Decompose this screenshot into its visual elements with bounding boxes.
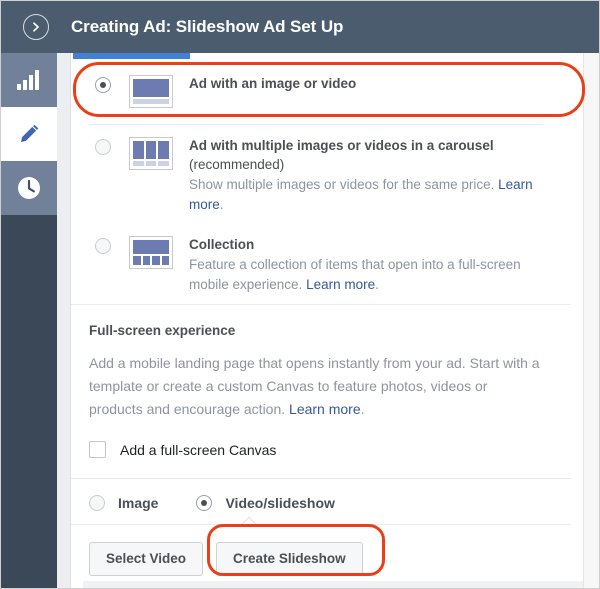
header-nav-button[interactable] bbox=[1, 1, 71, 53]
radio-single-image[interactable] bbox=[95, 77, 111, 93]
fullscreen-heading: Full-screen experience bbox=[89, 323, 236, 338]
fullscreen-body-suffix: . bbox=[360, 401, 365, 417]
add-canvas-label: Add a full-screen Canvas bbox=[120, 441, 277, 458]
create-slideshow-button[interactable]: Create Slideshow bbox=[216, 542, 363, 576]
add-canvas-checkbox[interactable] bbox=[89, 441, 106, 458]
carousel-thumb-icon bbox=[129, 137, 173, 170]
format-option-title: Ad with multiple images or videos in a c… bbox=[189, 138, 494, 153]
format-option-description: Show multiple images or videos for the s… bbox=[189, 175, 539, 214]
select-video-button[interactable]: Select Video bbox=[89, 542, 204, 576]
active-tab-indicator bbox=[73, 53, 190, 59]
description-suffix: . bbox=[219, 196, 224, 212]
left-sidebar bbox=[1, 53, 57, 588]
fullscreen-experience-section: Full-screen experience Add a mobile land… bbox=[71, 305, 571, 458]
learn-more-link[interactable]: Learn more bbox=[289, 401, 361, 417]
description-suffix: . bbox=[375, 276, 379, 292]
radio-collection[interactable] bbox=[95, 238, 111, 254]
format-section: Ad with an image or video Ad with multip… bbox=[71, 53, 571, 304]
page-title: Creating Ad: Slideshow Ad Set Up bbox=[71, 17, 344, 36]
fullscreen-body: Add a mobile landing page that opens ins… bbox=[89, 352, 543, 421]
divider-with-caret bbox=[71, 524, 571, 525]
pencil-icon bbox=[17, 122, 41, 146]
radio-video-slideshow[interactable] bbox=[196, 495, 213, 511]
format-option-carousel[interactable]: Ad with multiple images or videos in a c… bbox=[89, 125, 543, 224]
sidebar-item-history[interactable] bbox=[1, 161, 57, 215]
app-window: Creating Ad: Slideshow Ad Set Up Ad with… bbox=[0, 0, 600, 589]
media-type-row: Image Video/slideshow bbox=[71, 479, 571, 524]
radio-image[interactable] bbox=[89, 495, 105, 511]
media-option-label: Image bbox=[118, 495, 159, 511]
circle-chevron-right-icon bbox=[23, 14, 49, 40]
single-image-thumb-icon bbox=[129, 75, 173, 108]
media-option-image[interactable]: Image bbox=[89, 495, 158, 511]
sidebar-item-create[interactable] bbox=[1, 107, 57, 161]
format-option-single-image[interactable]: Ad with an image or video bbox=[89, 59, 543, 124]
format-option-title: Collection bbox=[189, 237, 255, 252]
radio-carousel[interactable] bbox=[95, 139, 111, 155]
add-canvas-checkbox-row[interactable]: Add a full-screen Canvas bbox=[89, 441, 543, 458]
panel-scrollbar[interactable] bbox=[583, 53, 599, 588]
media-action-buttons: Select Video Create Slideshow bbox=[71, 525, 571, 576]
media-option-label: Video/slideshow bbox=[225, 495, 335, 511]
format-option-title: Ad with an image or video bbox=[189, 76, 357, 91]
format-option-description: Feature a collection of items that open … bbox=[189, 255, 539, 294]
app-header: Creating Ad: Slideshow Ad Set Up bbox=[1, 1, 599, 53]
format-option-subtitle: (recommended) bbox=[189, 157, 285, 172]
panel-gutter bbox=[57, 53, 71, 588]
caret-up-icon bbox=[241, 516, 258, 525]
bar-chart-icon bbox=[16, 69, 42, 91]
description-text: Show multiple images or videos for the s… bbox=[189, 177, 499, 192]
clock-icon bbox=[16, 175, 42, 201]
collection-thumb-icon bbox=[129, 236, 173, 269]
sidebar-item-insights[interactable] bbox=[1, 53, 57, 107]
media-option-video-slideshow[interactable]: Video/slideshow bbox=[196, 495, 335, 511]
main-panel: Ad with an image or video Ad with multip… bbox=[71, 53, 599, 588]
create-slideshow-button-wrap: Create Slideshow bbox=[216, 542, 363, 576]
panel-content: Ad with an image or video Ad with multip… bbox=[71, 53, 571, 588]
format-option-collection[interactable]: Collection Feature a collection of items… bbox=[89, 224, 543, 304]
panel-bottom-bar bbox=[83, 581, 583, 588]
learn-more-link[interactable]: Learn more bbox=[306, 277, 375, 292]
